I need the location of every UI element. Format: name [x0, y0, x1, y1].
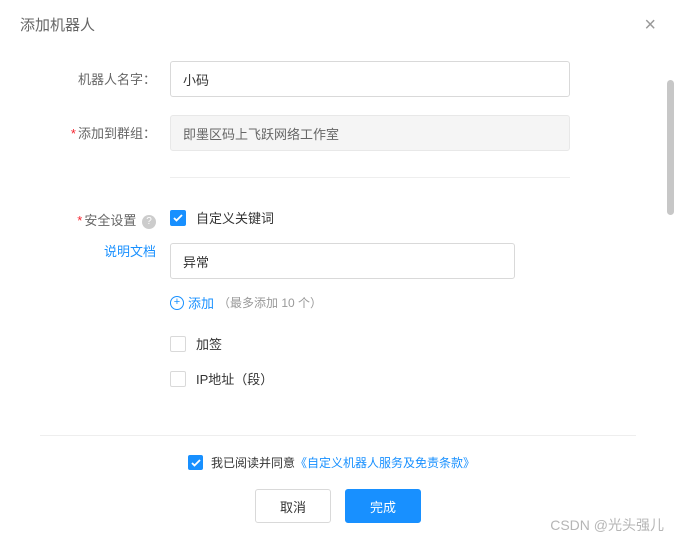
modal-body: 机器人名字： *添加到群组： *安全设置 ? 说明文档: [0, 49, 676, 425]
modal-title: 添加机器人: [20, 14, 95, 35]
divider: [170, 177, 570, 178]
checkbox-icon: [170, 336, 186, 352]
checkbox-ip[interactable]: IP地址（段）: [170, 369, 570, 388]
checkbox-custom-keyword[interactable]: 自定义关键词: [170, 208, 570, 227]
row-security: *安全设置 ? 说明文档 自定义关键词 + 添加: [20, 208, 636, 404]
button-row: 取消 完成: [40, 489, 636, 523]
modal-footer: 我已阅读并同意 《自定义机器人服务及免责条款》 取消 完成: [0, 436, 676, 545]
checkbox-label-ip: IP地址（段）: [196, 369, 273, 388]
agree-row: 我已阅读并同意 《自定义机器人服务及免责条款》: [40, 454, 636, 471]
modal-header: 添加机器人 ×: [0, 0, 676, 49]
add-keyword-button[interactable]: + 添加: [170, 293, 214, 312]
add-hint: （最多添加 10 个）: [218, 294, 322, 311]
plus-icon: +: [170, 296, 184, 310]
group-input: [170, 115, 570, 151]
doc-link[interactable]: 说明文档: [20, 241, 170, 260]
close-icon[interactable]: ×: [644, 15, 656, 35]
agree-text: 我已阅读并同意: [211, 454, 295, 471]
scrollbar-thumb[interactable]: [667, 80, 674, 215]
row-group: *添加到群组：: [20, 115, 636, 151]
robot-name-input[interactable]: [170, 61, 570, 97]
agree-link[interactable]: 《自定义机器人服务及免责条款》: [295, 454, 475, 471]
checkbox-icon-checked: [170, 210, 186, 226]
label-name: 机器人名字：: [20, 61, 170, 88]
row-name: 机器人名字：: [20, 61, 636, 97]
add-robot-modal: 添加机器人 × 机器人名字： *添加到群组： *安全设置 ?: [0, 0, 676, 545]
label-group: *添加到群组：: [20, 115, 170, 142]
checkbox-sign[interactable]: 加签: [170, 334, 570, 353]
checkbox-icon: [170, 371, 186, 387]
cancel-button[interactable]: 取消: [255, 489, 331, 523]
help-icon[interactable]: ?: [142, 215, 156, 229]
checkbox-label-sign: 加签: [196, 334, 222, 353]
checkbox-label-keyword: 自定义关键词: [196, 208, 274, 227]
agree-checkbox[interactable]: [188, 455, 203, 470]
add-keyword-row: + 添加 （最多添加 10 个）: [170, 293, 570, 312]
keyword-input[interactable]: [170, 243, 515, 279]
label-security: *安全设置 ?: [20, 208, 170, 229]
confirm-button[interactable]: 完成: [345, 489, 421, 523]
